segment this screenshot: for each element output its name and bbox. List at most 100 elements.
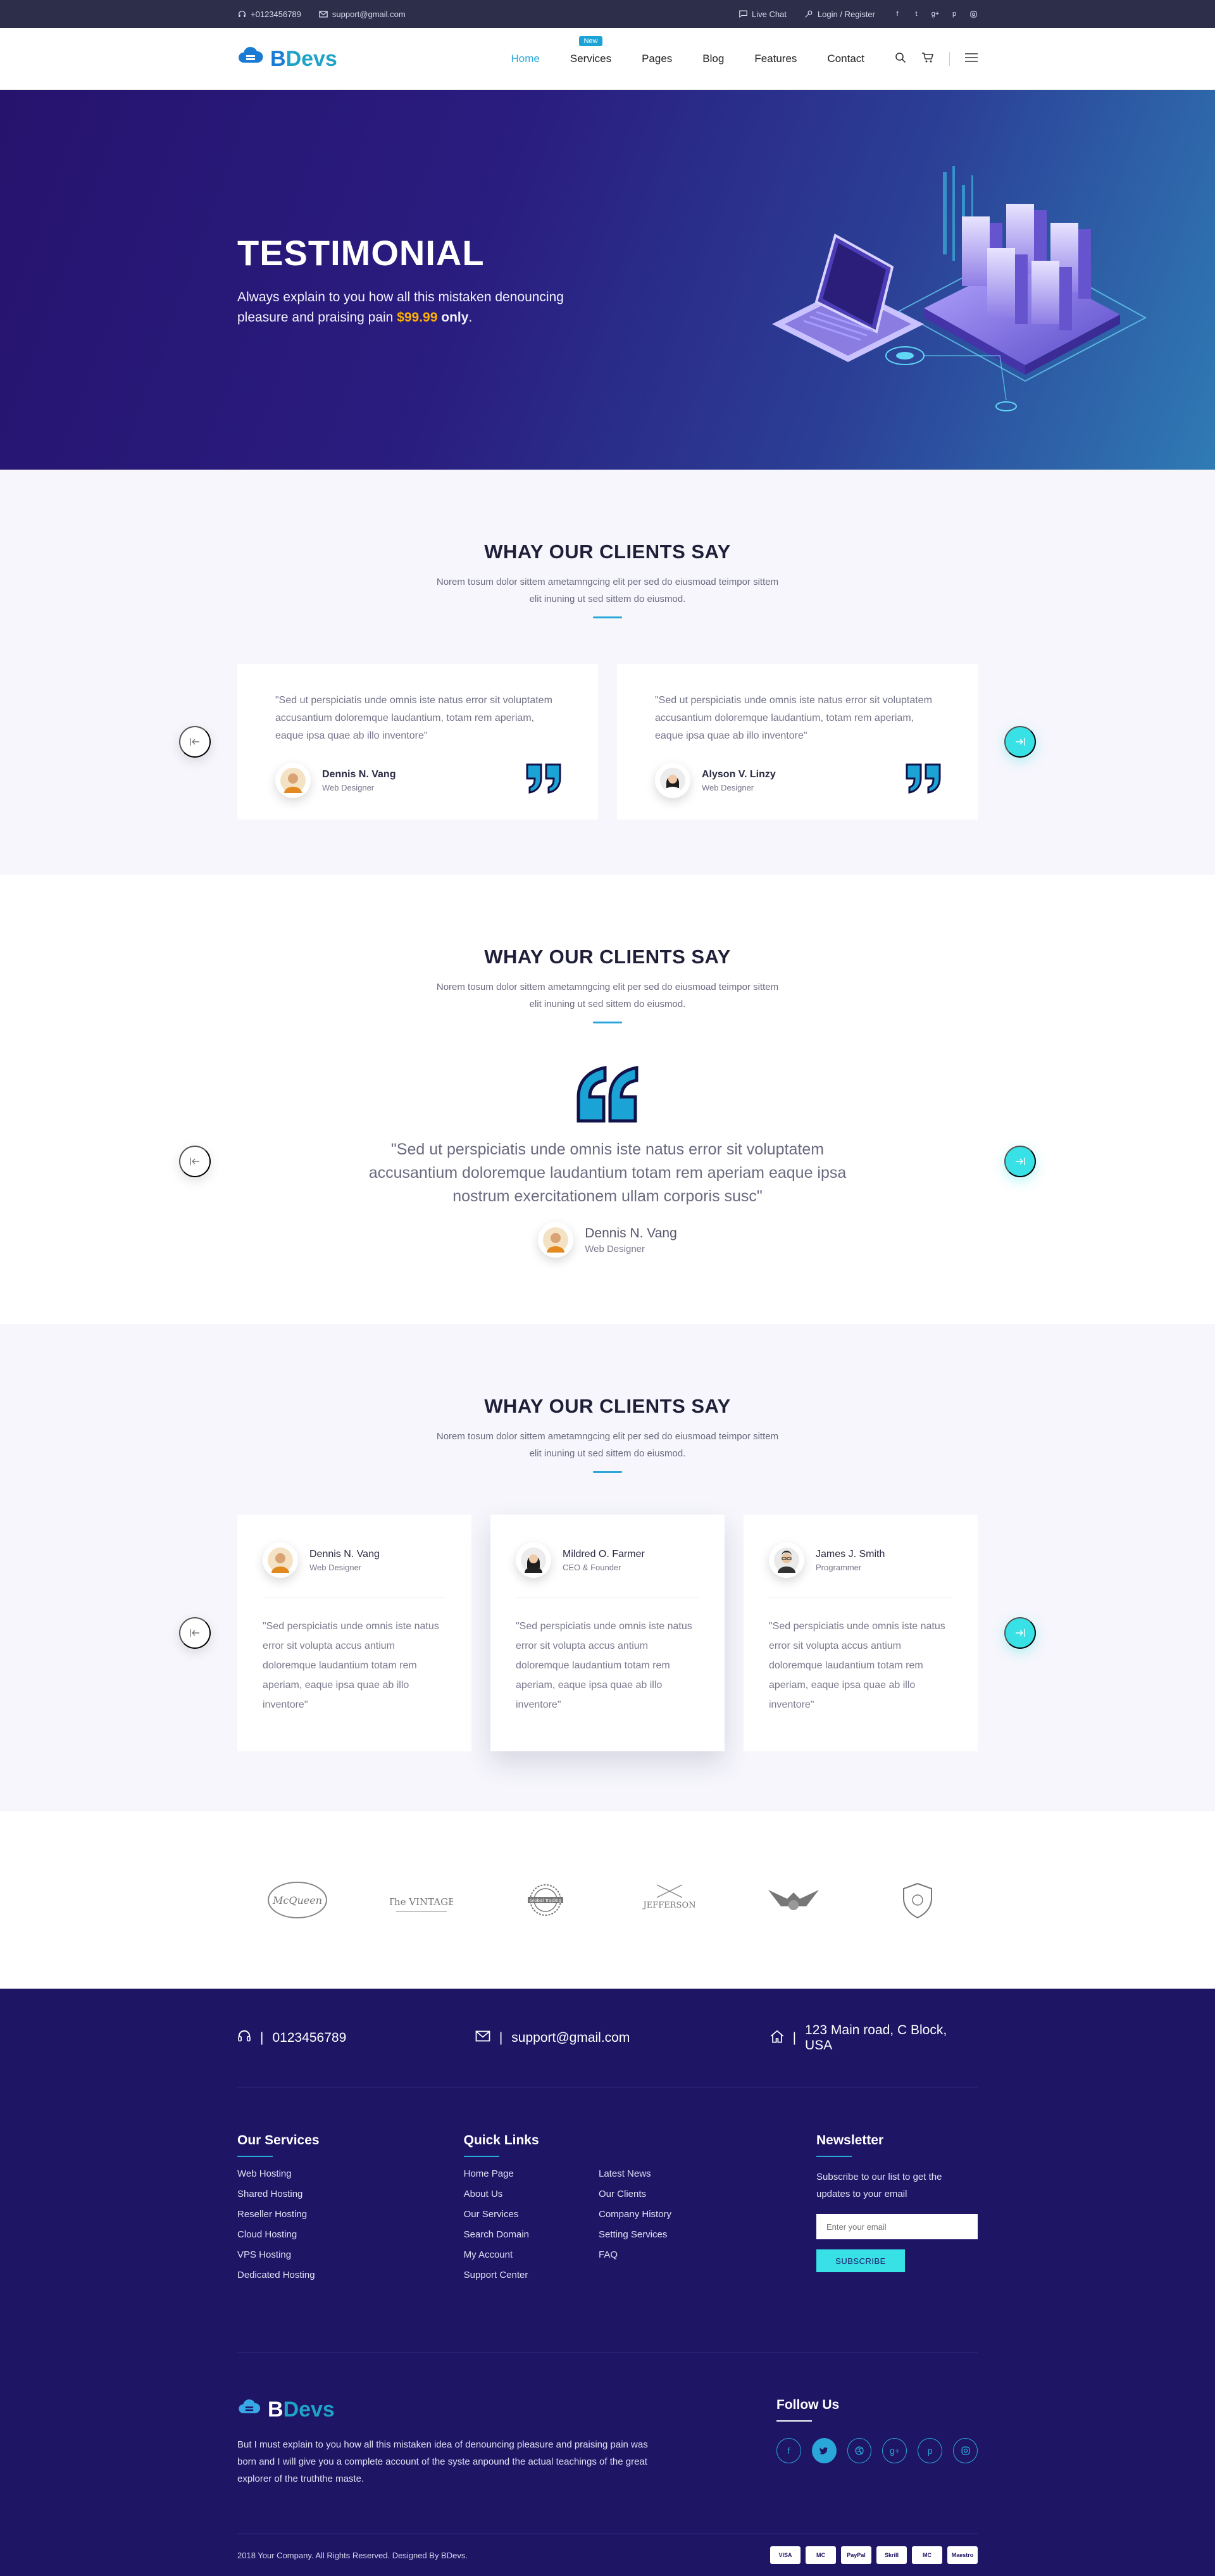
footer-link[interactable]: Support Center [464, 2270, 529, 2280]
footer-address-text: 123 Main road, C Block, USA [805, 2022, 947, 2053]
avatar [263, 1542, 298, 1578]
footer-link[interactable]: Our Services [464, 2209, 529, 2220]
section-title: WHAY OUR CLIENTS SAY [484, 946, 731, 968]
footer-link[interactable]: Home Page [464, 2168, 529, 2179]
twitter-icon[interactable] [811, 2438, 837, 2463]
pinterest-icon[interactable]: p [950, 9, 959, 18]
testimonial-author: James J. Smith Programmer [769, 1542, 952, 1597]
footer-link[interactable]: Company History [599, 2209, 671, 2220]
pinterest-icon[interactable]: p [918, 2438, 943, 2463]
author-role: Web Designer [309, 1562, 362, 1572]
live-chat-link[interactable]: Live Chat [738, 9, 787, 19]
footer-link[interactable]: Our Clients [599, 2189, 671, 2199]
brand-logo-eagle[interactable] [759, 1875, 828, 1925]
hero-price: $99.99 [397, 309, 438, 325]
facebook-icon[interactable]: f [776, 2438, 801, 2463]
footer-email[interactable]: | support@gmail.com [475, 2030, 770, 2046]
brand-logo-jefferson[interactable]: JEFFERSON [635, 1875, 704, 1925]
author-name: Dennis N. Vang [322, 768, 396, 780]
carousel-prev-button[interactable] [179, 726, 211, 758]
live-chat-label: Live Chat [752, 9, 787, 19]
testimonial-quote: "Sed perspiciatis unde omnis iste natus … [263, 1621, 439, 1710]
footer-link[interactable]: Cloud Hosting [237, 2229, 464, 2240]
top-bar: +0123456789 support@gmail.com Live Chat [0, 0, 1215, 28]
topbar-phone[interactable]: +0123456789 [237, 9, 301, 19]
brand-logo-global-trading[interactable]: Global Trading [511, 1875, 580, 1925]
nav-item-blog[interactable]: Blog [702, 53, 724, 65]
footer-link[interactable]: Reseller Hosting [237, 2209, 464, 2220]
arrow-right-bar-icon [1016, 1158, 1025, 1165]
footer-logo[interactable]: BDevs [237, 2398, 668, 2422]
google-plus-icon[interactable]: g+ [882, 2438, 907, 2463]
brand-logo-shield[interactable] [883, 1875, 952, 1925]
carousel-prev-button[interactable] [179, 1146, 211, 1177]
footer-link[interactable]: Search Domain [464, 2229, 529, 2240]
footer-link[interactable]: VPS Hosting [237, 2249, 464, 2260]
google-plus-icon[interactable]: g+ [931, 9, 940, 18]
search-icon[interactable] [895, 52, 906, 66]
nav-item-home[interactable]: Home [511, 53, 540, 65]
newsletter-email-input[interactable] [816, 2214, 978, 2239]
subscribe-button[interactable]: SUBSCRIBE [816, 2249, 905, 2272]
footer-link[interactable]: Setting Services [599, 2229, 671, 2240]
hero-illustration [734, 166, 1177, 432]
nav-item-pages[interactable]: Pages [642, 53, 672, 65]
author-name: Alyson V. Linzy [702, 768, 776, 780]
envelope-icon [475, 2030, 490, 2046]
topbar-phone-text: +0123456789 [251, 9, 301, 19]
logo-text-devs: Devs [285, 46, 337, 71]
brand-logo-vintage[interactable]: The VINTAGE [387, 1875, 456, 1925]
maestro-icon: Maestro [947, 2546, 978, 2564]
facebook-icon[interactable]: f [893, 9, 902, 18]
footer-link[interactable]: FAQ [599, 2249, 671, 2260]
footer-follow: Follow Us f g+ p [776, 2398, 978, 2534]
dribbble-icon[interactable] [847, 2438, 872, 2463]
carousel-prev-button[interactable] [179, 1617, 211, 1649]
carousel-next-button[interactable] [1004, 1146, 1036, 1177]
testimonial-card: James J. Smith Programmer "Sed perspicia… [744, 1515, 978, 1751]
hamburger-menu-icon[interactable] [965, 53, 978, 65]
testimonial-carousel: "Sed ut perspiciatis unde omnis iste nat… [179, 1065, 1036, 1258]
quote-close-icon [904, 762, 942, 797]
section-title: WHAY OUR CLIENTS SAY [484, 541, 731, 563]
author-name: Dennis N. Vang [585, 1225, 677, 1241]
footer-link[interactable]: Latest News [599, 2168, 671, 2179]
topbar-email[interactable]: support@gmail.com [319, 9, 406, 19]
contact-separator: | [792, 2030, 797, 2045]
author-role: CEO & Founder [563, 1562, 621, 1572]
footer-link[interactable]: Shared Hosting [237, 2189, 464, 2199]
shield-icon [903, 1882, 932, 1919]
login-register-label: Login / Register [817, 9, 875, 19]
instagram-icon[interactable] [969, 9, 978, 18]
footer-link[interactable]: Dedicated Hosting [237, 2270, 464, 2280]
hero-period: . [468, 309, 473, 325]
login-register-link[interactable]: Login / Register [804, 9, 875, 19]
twitter-icon[interactable]: t [912, 9, 921, 18]
footer-link[interactable]: About Us [464, 2189, 529, 2199]
copyright-text: 2018 Your Company. All Rights Reserved. … [237, 2550, 468, 2560]
avatar [275, 763, 311, 798]
nav-item-services[interactable]: New Services [570, 36, 611, 65]
footer-link[interactable]: Web Hosting [237, 2168, 464, 2179]
cart-icon[interactable] [921, 52, 934, 66]
section-subtitle: Norem tosum dolor sittem ametamngcing el… [436, 1431, 779, 1459]
instagram-icon[interactable] [953, 2438, 978, 2463]
brand-logo-mcqueen[interactable]: McQueen [263, 1875, 332, 1925]
footer-link[interactable]: My Account [464, 2249, 529, 2260]
carousel-next-button[interactable] [1004, 726, 1036, 758]
paypal-icon: PayPal [841, 2546, 871, 2564]
nav-icons [895, 52, 978, 66]
footer-phone[interactable]: | 0123456789 [237, 2029, 475, 2047]
site-logo[interactable]: BDevs [237, 46, 337, 72]
author-name: James J. Smith [816, 1548, 885, 1560]
section-title: WHAY OUR CLIENTS SAY [484, 1395, 731, 1417]
nav-item-features[interactable]: Features [754, 53, 797, 65]
testimonial-quote: "Sed ut perspiciatis unde omnis iste nat… [368, 1141, 847, 1205]
brand-logos: McQueen The VINTAGE Global Trading JEFFE… [0, 1811, 1215, 1989]
nav-item-contact[interactable]: Contact [827, 53, 864, 65]
testimonial-card: "Sed ut perspiciatis unde omnis iste nat… [237, 664, 598, 820]
cloud-logo-icon [237, 2398, 261, 2422]
footer-columns: Our Services Web Hosting Shared Hosting … [237, 2087, 978, 2353]
carousel-next-button[interactable] [1004, 1617, 1036, 1649]
testimonial-card-featured: Mildred O. Farmer CEO & Founder "Sed per… [490, 1515, 725, 1751]
